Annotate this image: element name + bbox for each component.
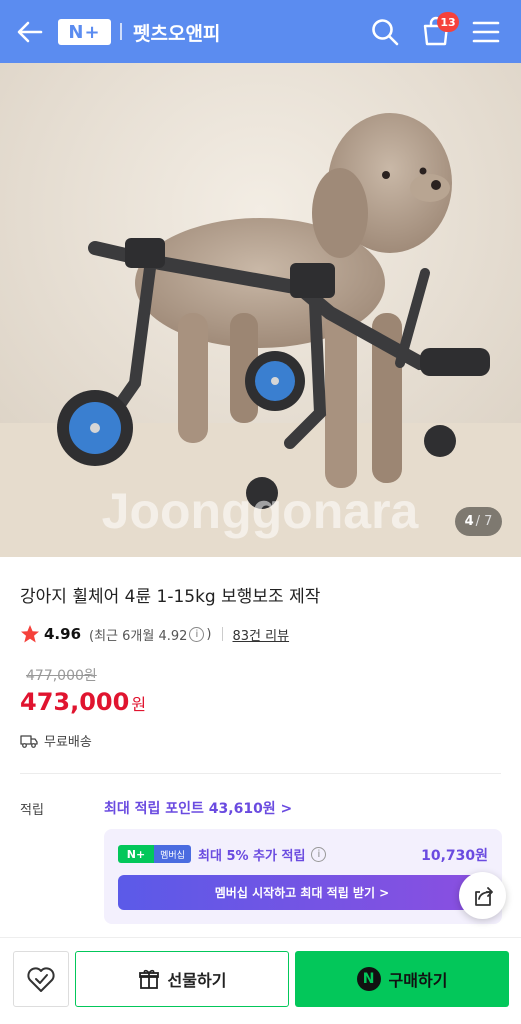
points-label: 적립 [20, 803, 44, 818]
sale-price: 473,000 원 [20, 688, 146, 716]
store-name[interactable]: 펫츠오앤피 [133, 19, 220, 46]
membership-amount: 10,730원 [421, 848, 488, 864]
rating-divider [221, 627, 223, 641]
rating-row: 4.96 (최근 6개월 4.92 i ) 83건 리뷰 [20, 624, 289, 644]
shipping-label: 무료배송 [44, 735, 92, 750]
recent-rating-close: ) [206, 626, 212, 642]
star-icon [21, 625, 39, 643]
buy-button[interactable]: N 구매하기 [295, 951, 509, 1007]
arrow-left-icon[interactable] [16, 18, 44, 46]
wishlist-button[interactable] [13, 951, 69, 1007]
section-divider [20, 773, 501, 774]
max-points-link[interactable]: 최대 적립 포인트 43,610원 > [104, 798, 292, 818]
membership-mark-label: 멤버십 [154, 845, 191, 863]
image-counter: 4 / 7 [455, 507, 502, 536]
price-unit: 원 [131, 695, 147, 714]
original-price: 477,000원 [26, 668, 97, 684]
gift-button-label: 선물하기 [167, 971, 227, 990]
info-icon[interactable]: i [311, 847, 327, 862]
product-image[interactable]: Joonggonara [0, 63, 521, 557]
info-icon[interactable]: i [189, 626, 205, 642]
search-icon[interactable] [370, 17, 400, 47]
recent-rating: (최근 6개월 4.92 [89, 628, 188, 644]
image-counter-current: 4 [464, 514, 474, 529]
naver-membership-logo: N+ 멤버십 [118, 845, 191, 863]
sale-price-value: 473,000 [20, 688, 130, 716]
gift-icon [138, 969, 159, 989]
header-divider [120, 23, 122, 40]
membership-text-label: 최대 5% 추가 적립 [198, 849, 306, 864]
product-title: 강아지 휠체어 4륜 1-15kg 보행보조 제작 [20, 587, 321, 607]
heart-check-icon [27, 967, 55, 992]
truck-icon [20, 734, 38, 748]
watermark: Joonggonara [102, 483, 420, 539]
naver-plus-logo[interactable]: N+ [58, 19, 111, 45]
rating-score: 4.96 [44, 625, 82, 643]
cart-count-badge: 13 [437, 12, 459, 32]
naver-plus-mark: N+ [118, 845, 154, 863]
dog-wheelchair-illustration: Joonggonara [0, 63, 521, 557]
membership-start-button[interactable]: 멤버십 시작하고 최대 적립 받기 > [118, 875, 486, 910]
hamburger-menu-icon[interactable] [472, 19, 500, 45]
image-counter-total: / 7 [475, 514, 493, 529]
naver-pay-icon: N [356, 967, 381, 991]
buy-button-label: 구매하기 [388, 971, 448, 990]
share-button[interactable] [459, 872, 506, 919]
top-header: N+ 펫츠오앤피 13 [0, 0, 521, 63]
review-count-link[interactable]: 83건 리뷰 [233, 625, 290, 644]
bottom-action-bar: 선물하기 N 구매하기 [0, 937, 521, 1024]
gift-button[interactable]: 선물하기 [75, 951, 289, 1007]
shipping-info: 무료배송 [20, 731, 92, 750]
share-icon [474, 886, 493, 906]
membership-text: 최대 5% 추가 적립 i [198, 845, 327, 864]
membership-box: N+ 멤버십 최대 5% 추가 적립 i 10,730원 멤버십 시작하고 최대… [104, 829, 502, 924]
